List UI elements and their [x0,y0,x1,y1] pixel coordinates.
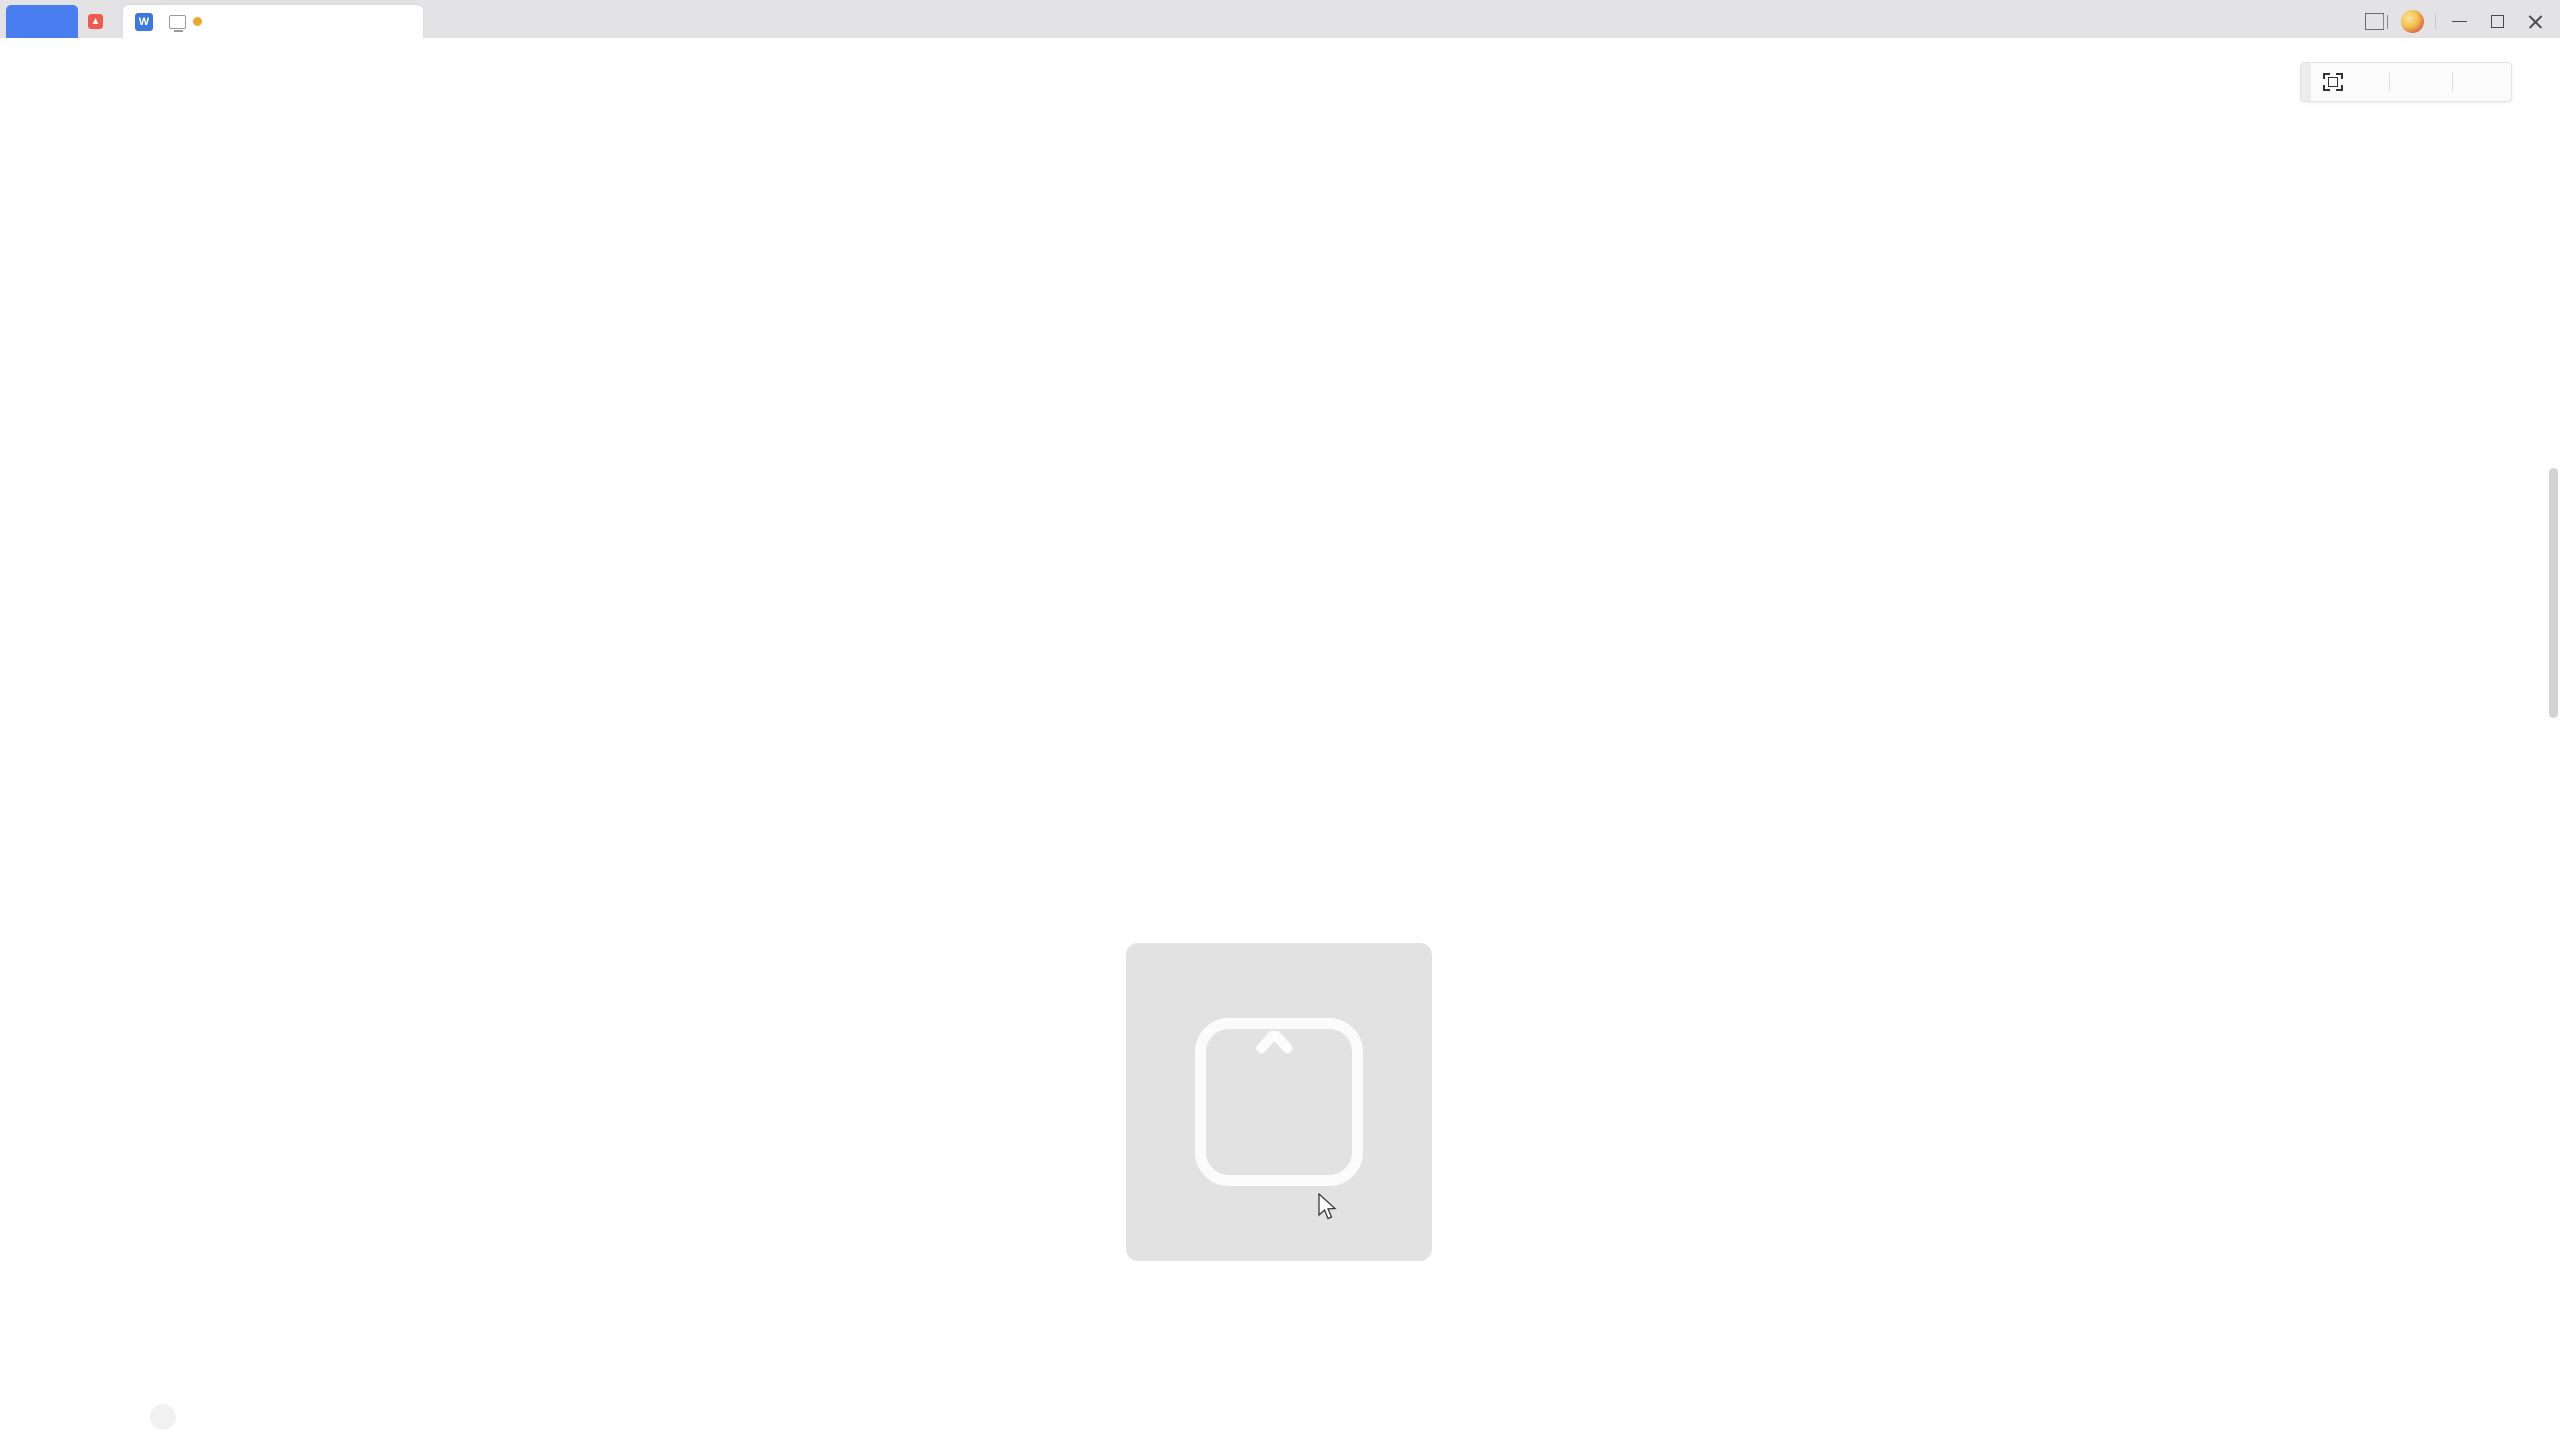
new-tab-button[interactable] [423,5,463,38]
fit-to-window-icon [2323,73,2343,91]
ime-mode-indicator-overlay [1126,943,1432,1261]
maximize-icon [2490,15,2504,28]
tab-docer[interactable]: ▲ [78,5,123,38]
tab-count-button[interactable] [2357,8,2391,36]
docer-icon: ▲ [88,14,103,29]
avatar [2400,10,2424,33]
minimize-icon [2451,20,2467,23]
window-controls [2357,5,2560,38]
close-button[interactable] [2518,8,2552,36]
page-indicator-badge[interactable] [150,1404,176,1430]
slide-canvas[interactable] [0,38,2560,1440]
ime-keyboard-icon [1195,1018,1363,1186]
zoom-divider-2 [2452,73,2453,91]
unsaved-dot-icon [193,17,202,26]
cast-icon[interactable] [169,14,186,32]
tab-count-icon [2364,13,2388,30]
window-controls-divider [2435,13,2436,30]
fit-to-window-button[interactable] [2311,63,2355,101]
vertical-scrollbar-thumb[interactable] [2549,468,2558,718]
tab-home[interactable] [6,5,78,38]
mouse-cursor-icon [1318,1193,1337,1220]
vertical-scrollbar-track[interactable] [2546,38,2560,1440]
zoom-bar-grip[interactable] [2301,63,2311,101]
maximize-button[interactable] [2480,8,2514,36]
wps-presentation-icon: W [135,12,153,31]
user-avatar-button[interactable] [2395,8,2429,36]
zoom-divider-1 [2389,73,2390,91]
minimize-button[interactable] [2442,8,2476,36]
close-icon [2528,14,2543,29]
presentation-zoom-bar[interactable] [2300,62,2512,102]
shift-chevron-icon [1258,1025,1292,1059]
tab-document[interactable]: W [123,5,423,38]
window-title-bar: ▲ W [0,0,2560,38]
